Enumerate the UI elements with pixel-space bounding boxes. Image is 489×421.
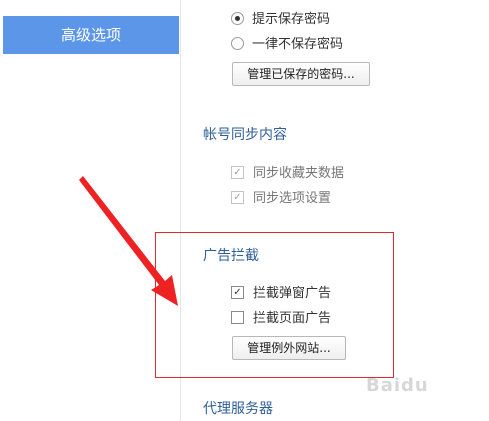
annotation-arrow-icon xyxy=(79,176,178,306)
watermark-logo: Baidu xyxy=(366,375,429,396)
